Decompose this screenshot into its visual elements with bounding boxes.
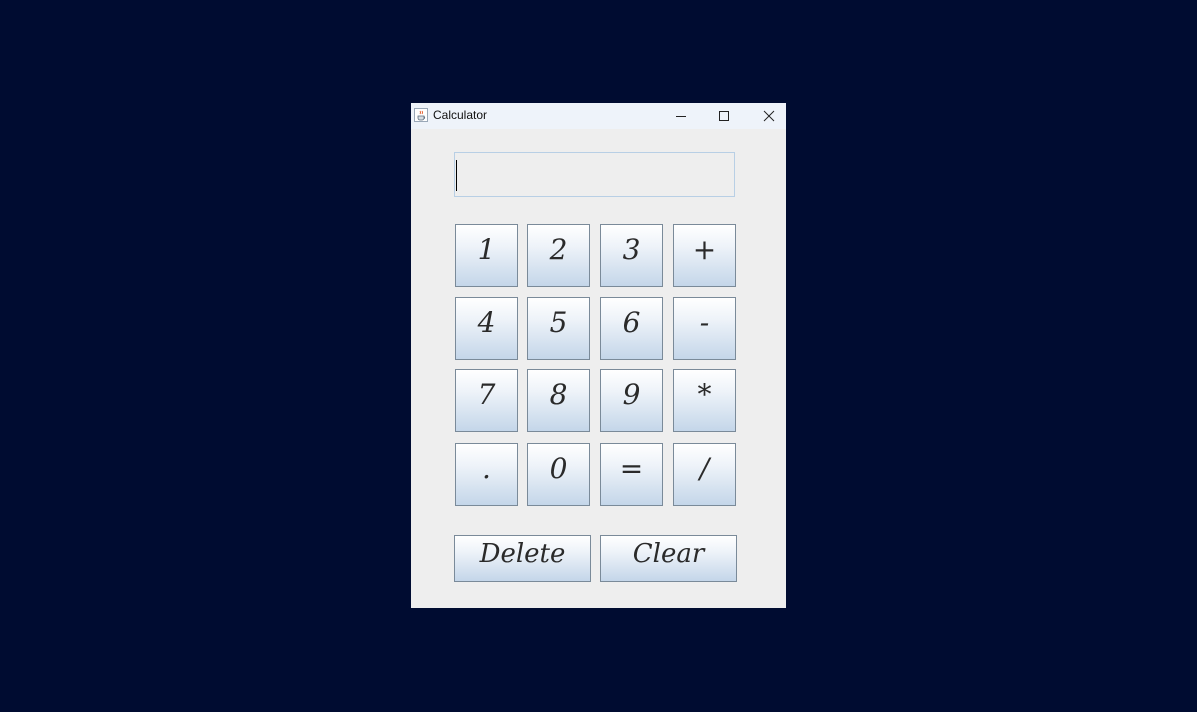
minimize-button[interactable] [659, 103, 703, 129]
close-icon [763, 110, 775, 122]
key-plus[interactable]: + [673, 224, 736, 287]
window-title: Calculator [433, 108, 488, 122]
key-multiply[interactable]: * [673, 369, 736, 432]
key-1[interactable]: 1 [455, 224, 518, 287]
key-0[interactable]: 0 [527, 443, 590, 506]
key-2[interactable]: 2 [527, 224, 590, 287]
key-divide[interactable]: / [673, 443, 736, 506]
key-5[interactable]: 5 [527, 297, 590, 360]
minimize-icon [676, 116, 686, 117]
title-bar[interactable]: Calculator [411, 103, 786, 129]
key-minus[interactable]: - [673, 297, 736, 360]
key-4[interactable]: 4 [455, 297, 518, 360]
key-6[interactable]: 6 [600, 297, 663, 360]
key-7[interactable]: 7 [455, 369, 518, 432]
key-8[interactable]: 8 [527, 369, 590, 432]
calculator-window: Calculator 1 2 3 + 4 5 6 - 7 8 9 * . 0 =… [411, 103, 786, 608]
close-button[interactable] [747, 103, 791, 129]
key-equals[interactable]: = [600, 443, 663, 506]
display-field[interactable] [454, 152, 735, 197]
maximize-icon [719, 111, 729, 121]
clear-button[interactable]: Clear [600, 535, 737, 582]
key-3[interactable]: 3 [600, 224, 663, 287]
text-caret [456, 160, 457, 191]
key-9[interactable]: 9 [600, 369, 663, 432]
maximize-button[interactable] [702, 103, 746, 129]
key-decimal[interactable]: . [455, 443, 518, 506]
java-cup-icon [414, 107, 428, 122]
delete-button[interactable]: Delete [454, 535, 591, 582]
